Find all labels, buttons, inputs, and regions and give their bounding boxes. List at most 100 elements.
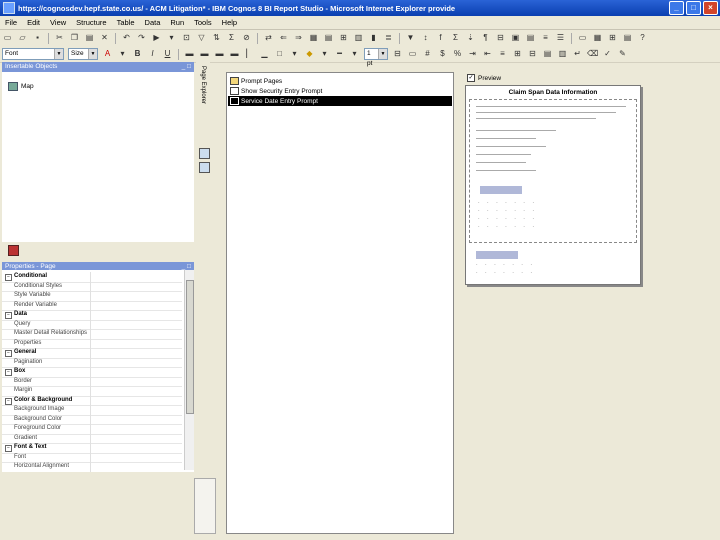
- new-report-icon[interactable]: ▭: [2, 33, 13, 43]
- save-icon[interactable]: ▪: [32, 33, 43, 43]
- border-bottom-icon[interactable]: ▁: [259, 49, 270, 59]
- align-right-icon[interactable]: ▬: [214, 49, 225, 59]
- font-family-select[interactable]: Font ▼: [2, 48, 64, 60]
- paste-icon[interactable]: ▤: [84, 33, 95, 43]
- property-value[interactable]: [90, 376, 183, 386]
- property-value[interactable]: [90, 395, 183, 405]
- help-icon[interactable]: ?: [637, 33, 648, 43]
- line-style-icon[interactable]: ━: [334, 49, 345, 59]
- summary-icon[interactable]: Σ: [450, 33, 461, 43]
- properties-scrollbar[interactable]: [184, 270, 194, 470]
- property-value[interactable]: [90, 386, 183, 396]
- underline-icon[interactable]: U: [162, 49, 173, 59]
- menu-data[interactable]: Data: [140, 18, 166, 27]
- outdent-icon[interactable]: ⇤: [482, 49, 493, 59]
- bold-icon[interactable]: B: [132, 49, 143, 59]
- justify-icon[interactable]: ▬: [229, 49, 240, 59]
- property-value[interactable]: [90, 357, 183, 367]
- merge-icon[interactable]: ⊞: [512, 49, 523, 59]
- query-explorer-icon[interactable]: [199, 148, 210, 159]
- property-value[interactable]: [90, 291, 183, 301]
- menu-edit[interactable]: Edit: [22, 18, 45, 27]
- border-all-icon[interactable]: □: [274, 49, 285, 59]
- layout-icon[interactable]: ▣: [510, 33, 521, 43]
- align-center-icon[interactable]: ▬: [199, 49, 210, 59]
- menu-file[interactable]: File: [0, 18, 22, 27]
- group-icon[interactable]: ▦: [308, 33, 319, 43]
- property-value[interactable]: [90, 424, 183, 434]
- menu-run[interactable]: Run: [165, 18, 189, 27]
- property-value[interactable]: [90, 405, 183, 415]
- property-value[interactable]: [90, 443, 183, 453]
- background-color-icon[interactable]: ◆: [304, 49, 315, 59]
- scrollbar-thumb[interactable]: [186, 280, 194, 414]
- property-value[interactable]: [90, 319, 183, 329]
- property-value[interactable]: [90, 338, 183, 348]
- collapse-icon[interactable]: −: [5, 397, 12, 405]
- insert-row-icon[interactable]: ▤: [542, 49, 553, 59]
- preview-toggle[interactable]: ✓ Preview: [467, 74, 501, 82]
- padding-icon[interactable]: ⊟: [392, 49, 403, 59]
- collapse-icon[interactable]: −: [5, 369, 12, 376]
- align-icon[interactable]: ≡: [540, 33, 551, 43]
- cut-icon[interactable]: ✂: [54, 33, 65, 43]
- move-left-icon[interactable]: ⇐: [278, 33, 289, 43]
- property-value[interactable]: [90, 272, 183, 282]
- italic-icon[interactable]: I: [147, 49, 158, 59]
- open-icon[interactable]: ▱: [17, 33, 28, 43]
- preview-checkbox[interactable]: ✓: [467, 74, 475, 82]
- suppress-icon[interactable]: ⊘: [241, 33, 252, 43]
- page-item-service-date-prompt[interactable]: Service Date Entry Prompt: [228, 96, 452, 106]
- collapse-icon[interactable]: −: [5, 274, 12, 281]
- maximize-button[interactable]: □: [686, 1, 701, 15]
- list-icon[interactable]: ≣: [383, 33, 394, 43]
- property-value[interactable]: [90, 329, 183, 339]
- delete-icon[interactable]: ✕: [99, 33, 110, 43]
- chart-icon[interactable]: ▮: [368, 33, 379, 43]
- insert-column-icon[interactable]: ▥: [557, 49, 568, 59]
- grid-icon[interactable]: ▦: [592, 33, 603, 43]
- line-style-dropdown-icon[interactable]: ▾: [349, 49, 360, 59]
- aggregate-icon[interactable]: Σ: [226, 33, 237, 43]
- line-weight-select[interactable]: 1 pt ▼: [364, 48, 388, 67]
- indent-icon[interactable]: ⇥: [467, 49, 478, 59]
- property-value[interactable]: [90, 462, 183, 472]
- drill-icon[interactable]: ⇣: [465, 33, 476, 43]
- copy-icon[interactable]: ❐: [69, 33, 80, 43]
- filter-icon[interactable]: ▽: [196, 33, 207, 43]
- property-value[interactable]: [90, 452, 183, 462]
- swap-rows-columns-icon[interactable]: ⇄: [263, 33, 274, 43]
- property-value[interactable]: [90, 281, 183, 291]
- property-value[interactable]: [90, 433, 183, 443]
- page-item-prompt-pages[interactable]: Prompt Pages: [228, 76, 452, 86]
- menu-tools[interactable]: Tools: [189, 18, 217, 27]
- bullet-icon[interactable]: ☰: [555, 33, 566, 43]
- calc-icon[interactable]: f: [435, 33, 446, 43]
- collapse-icon[interactable]: −: [5, 312, 12, 319]
- condition-explorer-icon[interactable]: [199, 162, 210, 173]
- clear-format-icon[interactable]: ⌫: [587, 49, 598, 59]
- collapse-icon[interactable]: −: [5, 445, 12, 452]
- lock-icon[interactable]: ⊡: [181, 33, 192, 43]
- page-item-security-prompt[interactable]: Show Security Entry Prompt: [228, 86, 452, 96]
- property-value[interactable]: [90, 414, 183, 424]
- paint-format-icon[interactable]: ✎: [617, 49, 628, 59]
- sort2-icon[interactable]: ↕: [420, 33, 431, 43]
- property-row[interactable]: Horizontal Alignment: [2, 462, 182, 472]
- conditional-icon[interactable]: ✓: [602, 49, 613, 59]
- menu-table[interactable]: Table: [112, 18, 140, 27]
- section-icon[interactable]: ▤: [323, 33, 334, 43]
- undo-icon[interactable]: ↶: [121, 33, 132, 43]
- wrap-icon[interactable]: ↵: [572, 49, 583, 59]
- view-icon[interactable]: ▭: [577, 33, 588, 43]
- percent-icon[interactable]: %: [452, 49, 463, 59]
- currency-icon[interactable]: $: [437, 49, 448, 59]
- menu-structure[interactable]: Structure: [71, 18, 111, 27]
- border-left-icon[interactable]: ▏: [244, 49, 255, 59]
- property-value[interactable]: [90, 367, 183, 377]
- property-value[interactable]: [90, 348, 183, 358]
- move-right-icon[interactable]: ⇒: [293, 33, 304, 43]
- border-dropdown-icon[interactable]: ▾: [289, 49, 300, 59]
- insert-calc-icon[interactable]: ▥: [353, 33, 364, 43]
- style-icon[interactable]: ≡: [497, 49, 508, 59]
